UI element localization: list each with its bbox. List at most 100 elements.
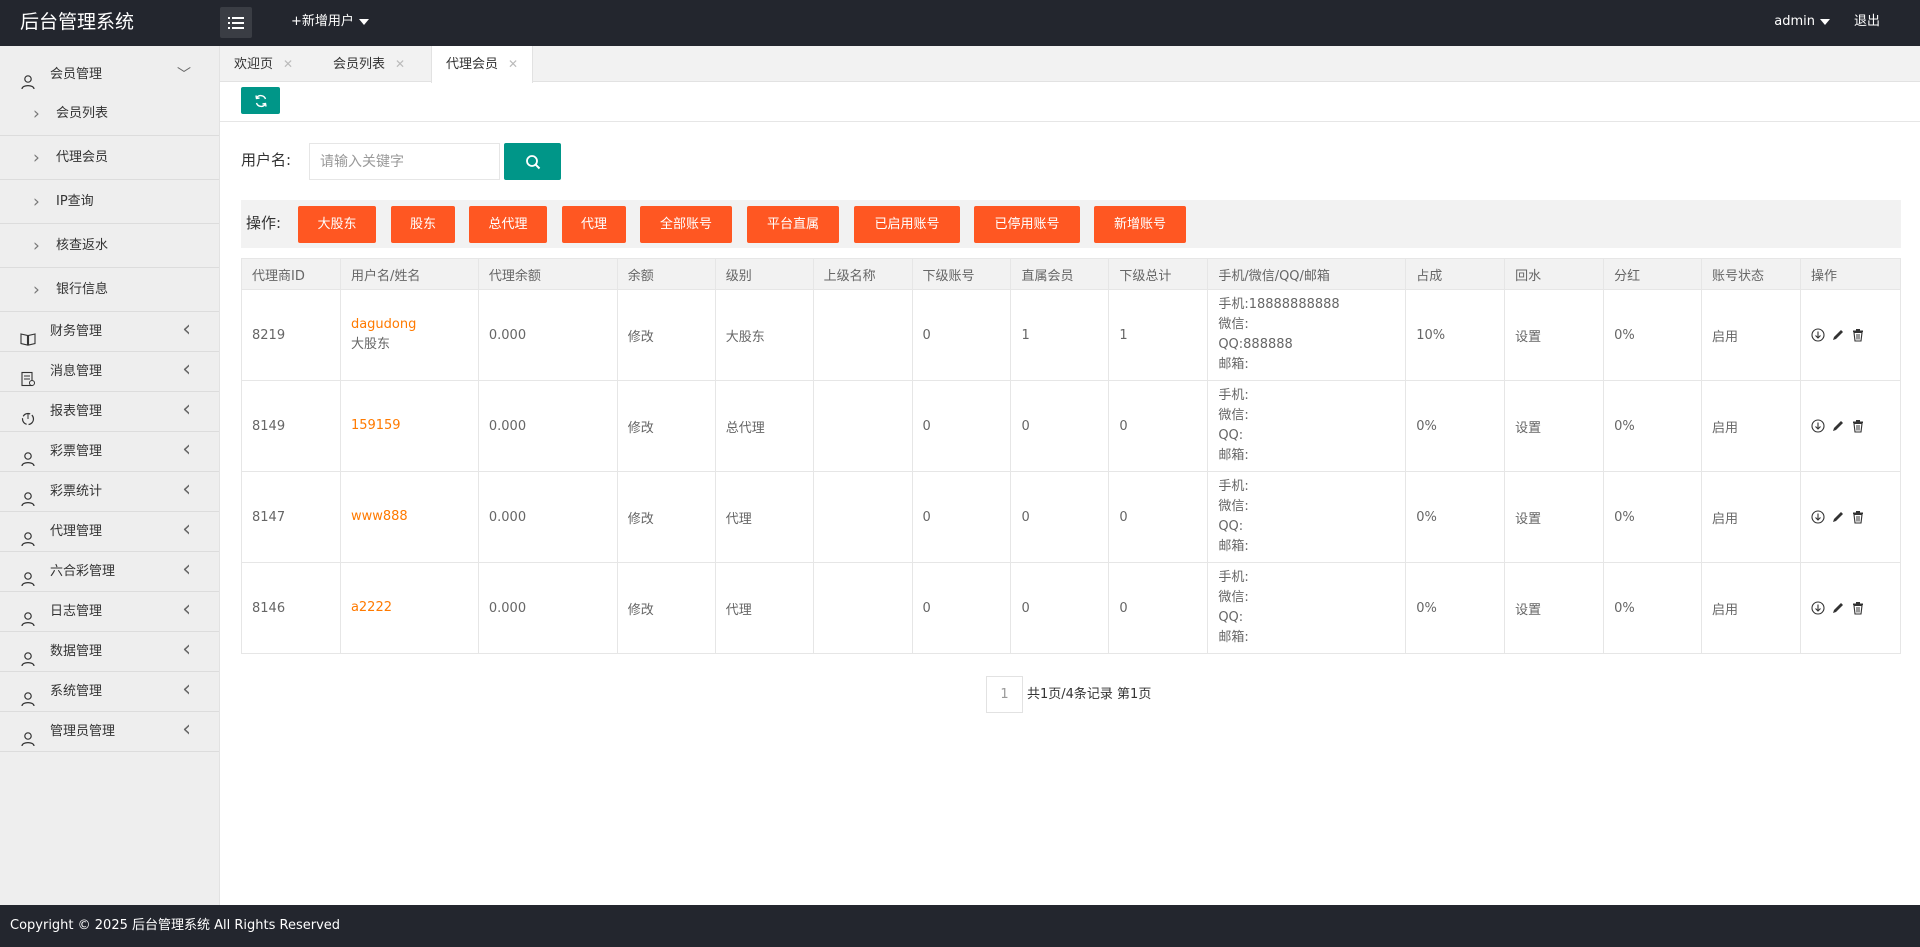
operations-label: 操作: <box>246 214 282 232</box>
table-header-row: 代理商ID 用户名/姓名 代理余额 余额 级别 上级名称 下级账号 直属会员 下级总计 手机/微信… <box>241 258 1902 290</box>
admin-label: admin <box>1774 14 1815 29</box>
edit-balance-link[interactable]: 修改 <box>616 380 716 472</box>
chevron-left-icon: ‹ <box>182 357 191 382</box>
user-icon <box>20 604 36 627</box>
download-icon[interactable] <box>1811 510 1825 524</box>
filter-shareholder-button[interactable]: 股东 <box>391 206 455 243</box>
sidebar-group-7[interactable]: 六合彩管理 ‹ <box>0 552 219 592</box>
refresh-button[interactable] <box>241 87 280 114</box>
username-cell: www888 <box>339 471 479 563</box>
tab-bar: 欢迎页 ✕ 会员列表 ✕ 代理会员 ✕ <box>220 46 1920 83</box>
admin-menu[interactable]: admin <box>1774 0 1830 44</box>
rebate-settings-link[interactable]: 设置 <box>1504 562 1605 654</box>
filter-disabled-accounts-button[interactable]: 已停用账号 <box>974 206 1080 243</box>
tab-member-list[interactable]: 会员列表 ✕ <box>319 46 419 82</box>
sidebar-group-2[interactable]: 消息管理 ‹ <box>0 352 219 392</box>
add-user-menu[interactable]: +新增用户 <box>291 0 369 44</box>
sidebar-group-6[interactable]: 代理管理 ‹ <box>0 512 219 552</box>
sidebar-group-4[interactable]: 彩票管理 ‹ <box>0 432 219 472</box>
menu-toggle-button[interactable] <box>220 7 252 38</box>
contact-cell: 手机: 微信: QQ: 邮箱: <box>1207 471 1407 563</box>
add-user-label: +新增用户 <box>291 14 354 29</box>
edit-balance-link[interactable]: 修改 <box>616 471 716 563</box>
rebate-settings-link[interactable]: 设置 <box>1504 289 1605 381</box>
actions-cell <box>1799 562 1902 654</box>
book-icon <box>20 324 36 346</box>
username-link[interactable]: dagudong <box>351 315 478 335</box>
share-cell: 0% <box>1405 562 1506 654</box>
sidebar-group-label: 数据管理 <box>50 644 103 659</box>
trash-icon[interactable] <box>1851 328 1865 342</box>
status-cell: 启用 <box>1701 471 1801 563</box>
sub-accounts-cell: 0 <box>911 289 1012 381</box>
rebate-settings-link[interactable]: 设置 <box>1504 471 1605 563</box>
filter-agent-button[interactable]: 代理 <box>562 206 626 243</box>
edit-icon[interactable] <box>1831 510 1845 524</box>
message-icon <box>20 364 36 387</box>
search-button[interactable] <box>504 143 561 180</box>
sidebar-sub-item-4[interactable]: › 银行信息 <box>0 268 219 312</box>
chevron-left-icon: ‹ <box>182 317 191 342</box>
add-account-button[interactable]: 新增账号 <box>1094 206 1186 243</box>
download-icon[interactable] <box>1811 328 1825 342</box>
edit-icon[interactable] <box>1831 419 1845 433</box>
page-number-button[interactable]: 1 <box>986 676 1023 713</box>
filter-all-accounts-button[interactable]: 全部账号 <box>640 206 732 243</box>
sidebar-group-11[interactable]: 管理员管理 ‹ <box>0 712 219 752</box>
edit-icon[interactable] <box>1831 328 1845 342</box>
edit-icon[interactable] <box>1831 601 1845 615</box>
filter-enabled-accounts-button[interactable]: 已启用账号 <box>854 206 960 243</box>
trash-icon[interactable] <box>1851 601 1865 615</box>
download-icon[interactable] <box>1811 601 1825 615</box>
tab-welcome[interactable]: 欢迎页 ✕ <box>220 46 307 82</box>
caret-down-icon <box>358 18 369 25</box>
contact-qq: QQ: <box>1218 428 1244 443</box>
contact-cell: 手机: 微信: QQ: 邮箱: <box>1207 380 1407 472</box>
edit-balance-link[interactable]: 修改 <box>616 562 716 654</box>
contact-wechat: 微信: <box>1218 408 1249 423</box>
agent-id-cell: 8219 <box>241 289 341 381</box>
sidebar-sub-item-2[interactable]: › IP查询 <box>0 180 219 224</box>
actions-cell <box>1799 380 1902 472</box>
close-icon[interactable]: ✕ <box>508 57 518 71</box>
username-link[interactable]: 159159 <box>351 416 478 436</box>
rebate-settings-link[interactable]: 设置 <box>1504 380 1605 472</box>
sidebar-group-3[interactable]: 报表管理 ‹ <box>0 392 219 432</box>
download-icon[interactable] <box>1811 419 1825 433</box>
contact-wechat: 微信: <box>1218 590 1249 605</box>
filter-general-agent-button[interactable]: 总代理 <box>469 206 547 243</box>
filter-platform-direct-button[interactable]: 平台直属 <box>747 206 839 243</box>
close-icon[interactable]: ✕ <box>395 57 405 71</box>
agent-balance-cell: 0.000 <box>477 562 618 654</box>
sidebar-sub-item-0[interactable]: › 会员列表 <box>0 92 219 136</box>
sidebar-group-0[interactable]: 会员管理 ﹀ <box>0 56 219 92</box>
sub-accounts-cell: 0 <box>911 562 1012 654</box>
sidebar-group-8[interactable]: 日志管理 ‹ <box>0 592 219 632</box>
sidebar-group-9[interactable]: 数据管理 ‹ <box>0 632 219 672</box>
sidebar-sub-item-1[interactable]: › 代理会员 <box>0 136 219 180</box>
sidebar-group-label: 日志管理 <box>50 604 103 619</box>
sub-total-cell: 1 <box>1108 289 1209 381</box>
search-input[interactable] <box>309 143 500 180</box>
sidebar-group-1[interactable]: 财务管理 ‹ <box>0 312 219 352</box>
user-icon <box>20 644 36 667</box>
sidebar-sub-item-3[interactable]: › 核查返水 <box>0 224 219 268</box>
tab-label: 欢迎页 <box>234 57 274 72</box>
contact-email: 邮箱: <box>1218 448 1249 463</box>
contact-cell: 手机: 微信: QQ: 邮箱: <box>1207 562 1407 654</box>
footer: Copyright © 2025 后台管理系统 All Rights Reser… <box>0 905 1920 947</box>
chevron-left-icon: ‹ <box>182 597 191 622</box>
tab-agent-members[interactable]: 代理会员 ✕ <box>431 46 534 83</box>
username-link[interactable]: www888 <box>351 507 478 527</box>
sidebar-group-5[interactable]: 彩票统计 ‹ <box>0 472 219 512</box>
filter-major-shareholder-button[interactable]: 大股东 <box>298 206 376 243</box>
operations-bar: 操作: 大股东 股东 总代理 代理 全部账号 平台直属 已启用账号 已停用账号 … <box>241 200 1901 248</box>
trash-icon[interactable] <box>1851 419 1865 433</box>
edit-balance-link[interactable]: 修改 <box>616 289 716 381</box>
trash-icon[interactable] <box>1851 510 1865 524</box>
logout-link[interactable]: 退出 <box>1854 0 1880 44</box>
sidebar-group-10[interactable]: 系统管理 ‹ <box>0 672 219 712</box>
close-icon[interactable]: ✕ <box>283 57 293 71</box>
username-link[interactable]: a2222 <box>351 598 478 618</box>
user-icon <box>20 444 36 467</box>
